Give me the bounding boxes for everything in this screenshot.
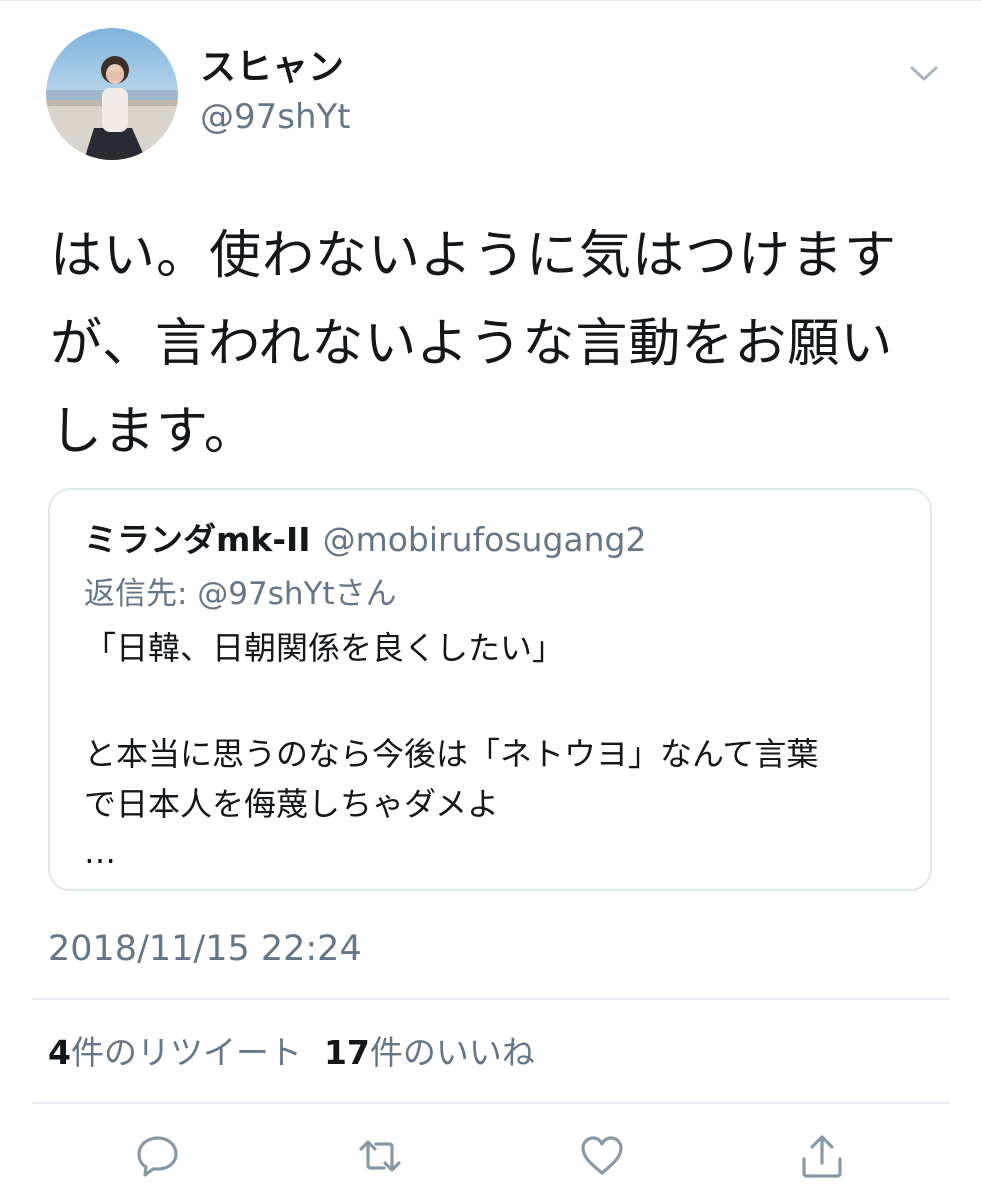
tweet-text-line: が、言われないような言動をお願い [50,314,894,374]
quoted-tweet-card[interactable]: ミランダmk-II @mobirufosugang2 返信先: @97shYtさん… [48,488,932,891]
tweet-text: はい。使わないように気はつけます が、言われないような言動をお願い します。 [50,212,940,476]
top-divider [0,0,982,1]
avatar-image [46,28,178,160]
reply-icon [137,1136,178,1177]
share-icon [802,1135,842,1178]
quoted-user-handle: @mobirufosugang2 [322,520,647,559]
engagement-stats: 4件のリツイート 17件のいいね [48,1032,535,1074]
share-button[interactable] [798,1132,846,1180]
retweet-icon [359,1140,401,1172]
quoted-text-line: で日本人を侮蔑しちゃダメよ [84,785,500,823]
retweets-label: 件のリツイート [70,1033,302,1072]
avatar[interactable] [46,28,178,160]
retweets-count: 4 [48,1033,71,1072]
retweets-stat[interactable]: 4件のリツイート [48,1033,302,1072]
quoted-text-ellipsis: … [84,833,116,871]
divider [32,998,950,1000]
quoted-tweet-header: ミランダmk-II @mobirufosugang2 [84,518,646,562]
likes-label: 件のいいね [369,1033,535,1072]
reply-button[interactable] [134,1132,182,1180]
likes-stat[interactable]: 17件のいいね [324,1033,535,1072]
quoted-text-line: と本当に思うのなら今後は「ネトウヨ」なんて言葉 [84,735,819,773]
heart-icon [581,1136,623,1175]
tweet-text-line: はい。使わないように気はつけます [50,226,897,286]
quoted-display-name: ミランダmk-II [84,520,311,559]
tweet-text-line: します。 [50,402,257,462]
user-handle[interactable]: @97shYt [200,96,351,138]
chevron-down-icon[interactable] [906,62,942,86]
display-name[interactable]: スヒャン [200,46,344,90]
likes-count: 17 [323,1033,370,1072]
like-button[interactable] [578,1132,626,1180]
timestamp: 2018/11/15 22:24 [48,929,362,969]
retweet-button[interactable] [356,1132,404,1180]
divider [32,1102,950,1104]
reply-to-label: 返信先: @97shYtさん [84,576,397,612]
quoted-text-line: 「日韓、日朝関係を良くしたい」 [84,629,565,667]
